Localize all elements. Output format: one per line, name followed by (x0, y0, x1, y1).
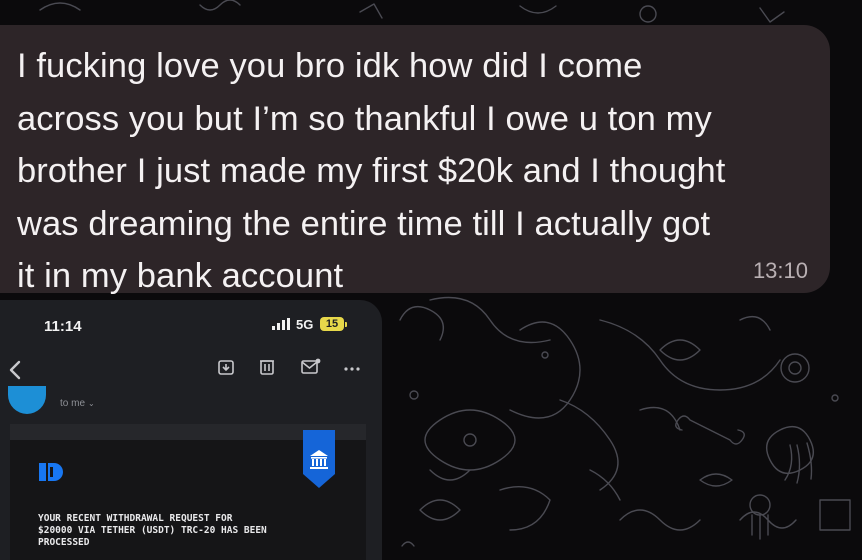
mark-unread-icon[interactable] (301, 358, 321, 376)
status-bar-time: 11:14 (44, 318, 82, 335)
exchange-logo-icon (39, 463, 63, 481)
trash-icon[interactable] (258, 358, 276, 376)
back-icon[interactable] (8, 360, 22, 380)
withdrawal-notice-text: YOUR RECENT WITHDRAWAL REQUEST FOR $2000… (38, 513, 267, 548)
chevron-down-icon: ⌄ (88, 399, 95, 408)
more-icon[interactable] (344, 366, 360, 372)
recipient-label[interactable]: to me ⌄ (60, 398, 95, 409)
signal-icon (272, 318, 290, 330)
bank-badge-icon (303, 430, 335, 488)
sender-avatar[interactable] (8, 386, 46, 414)
battery-tip (345, 322, 347, 327)
battery-icon: 15 (320, 317, 344, 331)
network-type-label: 5G (296, 317, 314, 332)
attached-screenshot[interactable]: 11:14 5G 15 to me ⌄ YOUR RECENT WITHDRAW… (0, 300, 382, 560)
message-timestamp: 13:10 (752, 258, 808, 283)
message-text: I fucking love you bro idk how did I com… (17, 47, 726, 295)
archive-icon[interactable] (217, 358, 235, 376)
